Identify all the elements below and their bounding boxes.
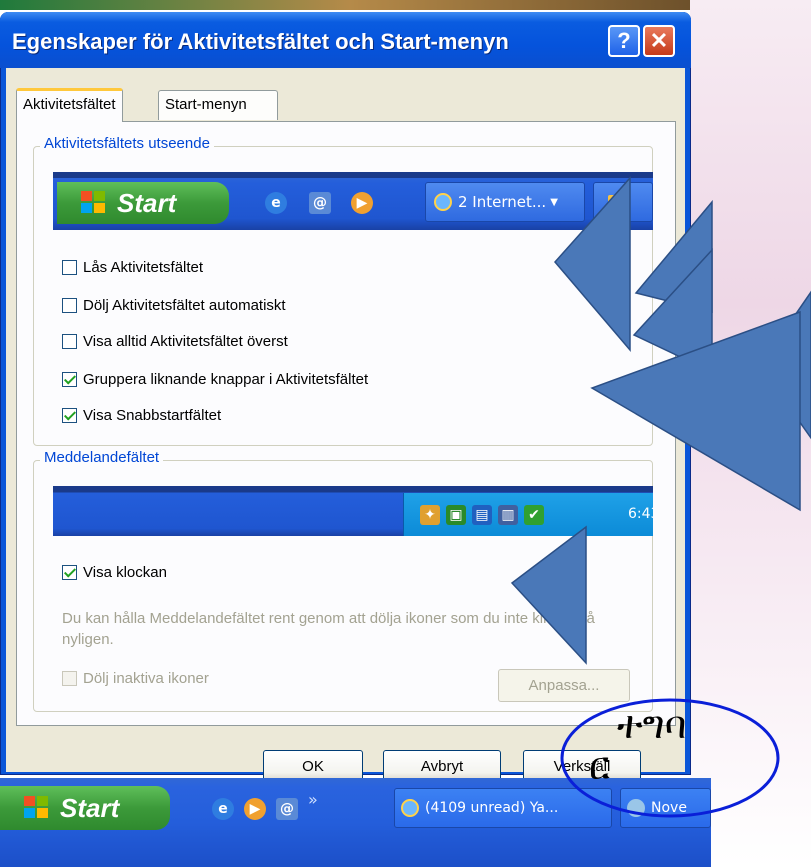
outlook-icon[interactable]: @ [276, 798, 298, 820]
antivirus-icon: ✔ [524, 505, 544, 525]
checkbox-label: Dölj inaktiva ikoner [83, 669, 209, 687]
hide-inactive-icons-checkbox[interactable]: Dölj inaktiva ikoner [62, 667, 209, 689]
show-clock-checkbox[interactable]: Visa klockan [62, 561, 167, 583]
checkbox-box[interactable] [62, 333, 77, 349]
preview-next-button [593, 182, 653, 222]
properties-dialog: Egenskaper för Aktivitetsfältet och Star… [0, 12, 691, 783]
preview-task-button: 2 Internet... ▼ [425, 182, 585, 222]
handwritten-annotation: ተግባ [617, 703, 687, 747]
close-button[interactable]: ✕ [643, 25, 675, 57]
checkbox-box[interactable] [62, 259, 77, 275]
network-icon: ▣ [446, 505, 466, 525]
ie-icon[interactable]: e [212, 798, 234, 820]
book-icon: ▥ [498, 505, 518, 525]
checkbox-box[interactable] [62, 407, 77, 423]
customize-button[interactable]: Anpassa... [498, 669, 630, 702]
checkbox-label: Visa klockan [83, 563, 167, 581]
notification-info-text: Du kan hålla Meddelandefältet rent genom… [62, 610, 595, 648]
handwritten-annotation-2: ር [589, 744, 611, 788]
checkbox-box[interactable] [62, 670, 77, 686]
outlook-icon: @ [309, 192, 331, 214]
always-on-top-checkbox[interactable]: Visa alltid Aktivitetsfältet överst [62, 330, 288, 352]
help-button[interactable]: ? [608, 25, 640, 57]
tray-clock: 6:43 [628, 506, 653, 522]
ie-icon: e [265, 192, 287, 214]
task-label: Nove [651, 800, 687, 816]
ie-icon [401, 799, 419, 817]
ie-icon [434, 193, 452, 211]
tray-app-icon: ✦ [420, 505, 440, 525]
window-title: Egenskaper för Aktivitetsfältet och Star… [12, 29, 509, 54]
tab-start-menu[interactable]: Start-menyn [158, 90, 278, 120]
checkbox-label: Visa alltid Aktivitetsfältet överst [83, 332, 288, 350]
tab-taskbar[interactable]: Aktivitetsfältet [16, 88, 123, 122]
task-button-nove[interactable]: Nove [620, 788, 711, 828]
tray: ✦ ▣ ▤ ▥ ✔ 6:43 [403, 493, 653, 536]
monitor-icon: ▤ [472, 505, 492, 525]
checkbox-label: Gruppera liknande knappar i Aktivitetsfä… [83, 370, 369, 388]
task-button-yahoo[interactable]: (4109 unread) Ya... [394, 788, 612, 828]
chevron-down-icon: ▼ [550, 196, 558, 208]
preview-start-label: Start [117, 187, 177, 218]
dialog-client-area: Aktivitetsfältet Start-menyn Aktivitetsf… [6, 68, 685, 783]
checkbox-label: Visa Snabbstartfältet [83, 406, 222, 424]
notification-group-title: Meddelandefältet [40, 449, 164, 466]
desktop-wallpaper-top [0, 0, 700, 10]
autohide-taskbar-checkbox[interactable]: Dölj Aktivitetsfältet automatiskt [62, 294, 286, 316]
checkbox-label: Dölj Aktivitetsfältet automatiskt [83, 296, 286, 314]
quick-launch-chevron[interactable]: » [308, 790, 318, 809]
checkbox-box[interactable] [62, 297, 77, 313]
windows-flag-icon [24, 796, 50, 820]
appearance-group-title: Aktivitetsfältets utseende [40, 135, 214, 152]
notification-area-preview: ✦ ▣ ▤ ▥ ✔ 6:43 [53, 486, 653, 536]
preview-task-label: 2 Internet... [458, 193, 547, 211]
start-button[interactable]: Start [0, 786, 170, 830]
taskbar-preview: Start e @ ▶ 2 Internet... ▼ [53, 172, 653, 230]
task-label: (4109 unread) Ya... [425, 800, 559, 816]
globe-icon [627, 799, 645, 817]
checkbox-box[interactable] [62, 564, 77, 580]
group-buttons-checkbox[interactable]: Gruppera liknande knappar i Aktivitetsfä… [62, 368, 368, 390]
media-player-icon[interactable]: ▶ [244, 798, 266, 820]
start-label: Start [60, 792, 120, 823]
quick-launch-checkbox[interactable]: Visa Snabbstartfältet [62, 404, 221, 426]
taskbar: Start e ▶ @ » (4109 unread) Ya... Nove [0, 778, 711, 867]
windows-flag-icon [81, 191, 107, 215]
title-bar[interactable]: Egenskaper för Aktivitetsfältet och Star… [0, 12, 691, 68]
media-player-icon: ▶ [351, 192, 373, 214]
desktop-wallpaper-right [690, 0, 811, 867]
checkbox-label: Lås Aktivitetsfältet [83, 258, 204, 276]
checkbox-box[interactable] [62, 371, 77, 387]
lock-taskbar-checkbox[interactable]: Lås Aktivitetsfältet [62, 256, 203, 278]
preview-start-button: Start [57, 182, 229, 224]
